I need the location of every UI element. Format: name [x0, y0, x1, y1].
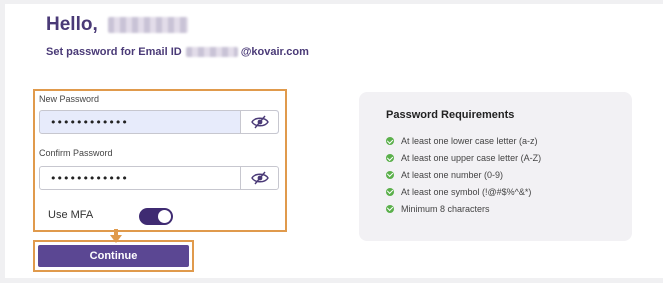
continue-highlight: Continue: [33, 240, 194, 272]
email-redacted: [185, 47, 238, 57]
list-item: At least one number (0-9): [386, 167, 541, 184]
toggle-visibility-button[interactable]: [240, 111, 278, 133]
check-circle-icon: [386, 204, 394, 213]
password-form: New Password •••••••••••• Confirm Passwo…: [33, 89, 287, 232]
requirements-title: Password Requirements: [386, 109, 515, 121]
confirm-password-field[interactable]: ••••••••••••: [39, 166, 279, 190]
list-item: At least one lower case letter (a-z): [386, 133, 541, 150]
eye-slash-icon: [250, 115, 269, 129]
confirm-password-label: Confirm Password: [39, 148, 113, 158]
greeting-text: Hello,: [46, 14, 98, 35]
user-name-redacted: [107, 17, 188, 33]
check-circle-icon: [386, 137, 394, 146]
list-item: At least one symbol (!@#$%^&*): [386, 183, 541, 200]
toggle-knob: [158, 210, 171, 223]
list-item: Minimum 8 characters: [386, 200, 541, 217]
continue-button[interactable]: Continue: [38, 245, 189, 267]
mfa-toggle[interactable]: [139, 208, 173, 225]
toggle-visibility-button[interactable]: [240, 167, 278, 189]
subtitle-prefix: Set password for Email ID: [46, 46, 182, 58]
password-requirements-panel: Password Requirements At least one lower…: [359, 92, 632, 241]
mfa-label: Use MFA: [48, 209, 94, 221]
new-password-value: ••••••••••••: [50, 115, 128, 129]
new-password-field[interactable]: ••••••••••••: [39, 110, 279, 134]
check-circle-icon: [386, 154, 394, 163]
check-circle-icon: [386, 187, 394, 196]
greeting-heading: Hello,: [46, 14, 188, 36]
requirement-text: At least one upper case letter (A-Z): [401, 153, 542, 164]
new-password-label: New Password: [39, 94, 100, 104]
confirm-password-value: ••••••••••••: [50, 171, 128, 185]
check-circle-icon: [386, 170, 394, 179]
list-item: At least one upper case letter (A-Z): [386, 150, 541, 167]
eye-slash-icon: [250, 171, 269, 185]
requirement-text: At least one lower case letter (a-z): [401, 136, 538, 147]
requirement-text: At least one number (0-9): [401, 169, 504, 180]
requirement-text: At least one symbol (!@#$%^&*): [401, 186, 532, 197]
requirements-list: At least one lower case letter (a-z) At …: [386, 133, 541, 217]
email-domain: @kovair.com: [240, 46, 309, 58]
requirement-text: Minimum 8 characters: [401, 203, 490, 214]
email-subtitle: Set password for Email ID @kovair.com: [46, 46, 309, 58]
